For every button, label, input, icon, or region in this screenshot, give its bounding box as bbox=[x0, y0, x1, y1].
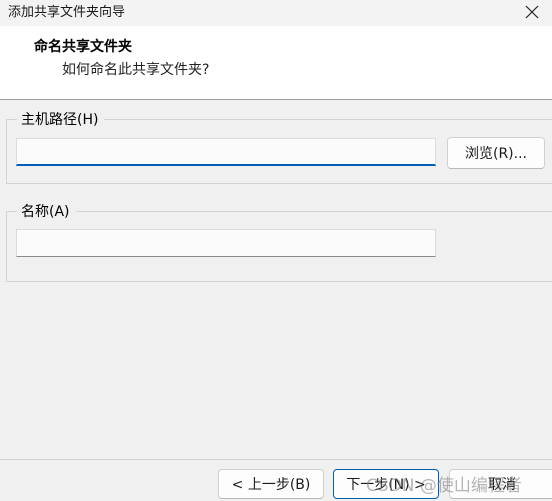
name-input[interactable] bbox=[16, 229, 436, 257]
window-title: 添加共享文件夹向导 bbox=[8, 5, 126, 20]
cancel-button[interactable]: 取消 bbox=[449, 469, 552, 499]
close-button[interactable] bbox=[512, 0, 552, 24]
page-title: 命名共享文件夹 bbox=[34, 39, 132, 55]
host-path-label: 主机路径(H) bbox=[17, 109, 105, 129]
title-bar: 添加共享文件夹向导 bbox=[0, 0, 552, 26]
back-button[interactable]: < 上一步(B) bbox=[218, 469, 324, 499]
browse-button[interactable]: 浏览(R)... bbox=[447, 137, 545, 169]
page-subtitle: 如何命名此共享文件夹? bbox=[62, 62, 210, 78]
wizard-header: 命名共享文件夹 如何命名此共享文件夹? bbox=[0, 26, 552, 100]
next-button[interactable]: 下一步(N) > bbox=[333, 469, 439, 499]
close-icon bbox=[525, 5, 539, 19]
footer-divider bbox=[0, 459, 552, 460]
host-path-input[interactable] bbox=[16, 138, 436, 166]
name-label: 名称(A) bbox=[17, 201, 76, 221]
